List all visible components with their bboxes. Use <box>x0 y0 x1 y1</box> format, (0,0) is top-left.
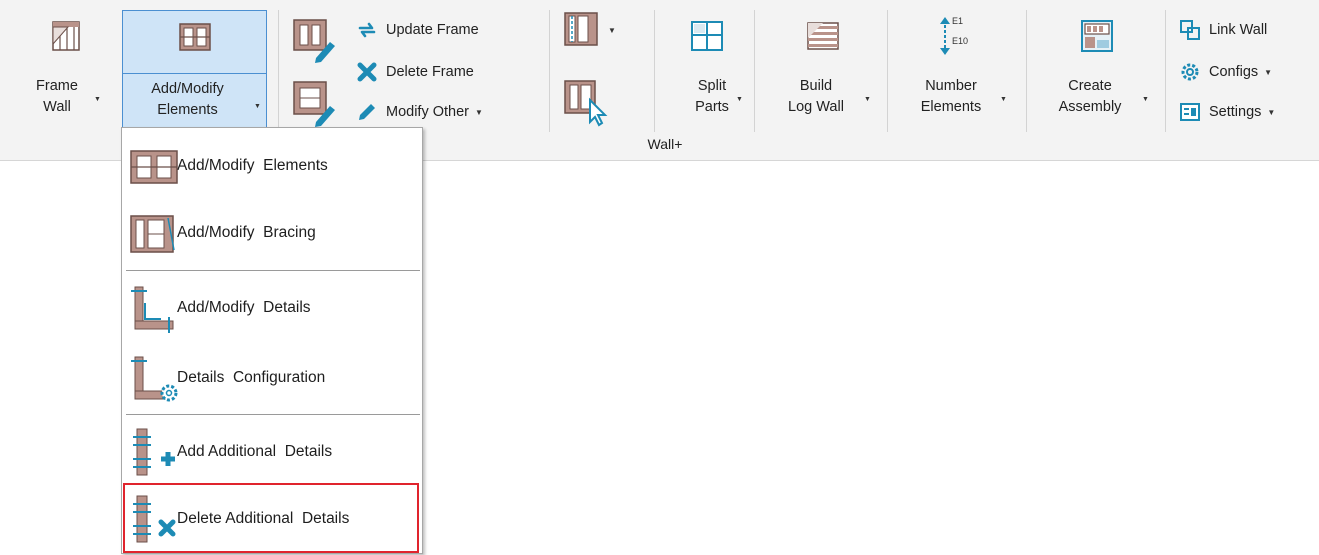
separator <box>1165 10 1166 132</box>
separator <box>754 10 755 132</box>
configs-button[interactable]: Configs ▼ <box>1179 58 1272 86</box>
chevron-down-icon: ▼ <box>1142 96 1149 103</box>
chevron-down-icon: ▼ <box>475 107 483 117</box>
settings-button[interactable]: Settings ▼ <box>1179 98 1275 126</box>
gear-icon <box>1181 63 1199 81</box>
add-details-icon <box>133 428 175 476</box>
menu-item-label: Add/Modify Bracing <box>177 224 316 241</box>
assembly-icon <box>1081 20 1113 52</box>
menu-item-add-modify-details[interactable]: Add/Modify Details <box>122 275 422 341</box>
menu-item-add-modify-bracing[interactable]: Add/Modify Bracing <box>122 200 422 266</box>
split-parts-button[interactable]: Split Parts ▼ <box>664 10 750 130</box>
delete-frame-label: Delete Frame <box>386 64 474 80</box>
link-icon <box>1180 20 1200 40</box>
settings-label: Settings <box>1209 104 1262 120</box>
details-config-icon <box>131 356 178 402</box>
modify-other-button[interactable]: Modify Other ▼ <box>356 98 483 126</box>
chevron-down-icon: ▼ <box>94 96 101 103</box>
menu-item-label: Add/Modify Details <box>177 299 311 316</box>
menu-item-add-modify-elements[interactable]: Add/Modify Elements <box>122 133 422 199</box>
create-assembly-label: Create Assembly <box>1058 78 1122 115</box>
chevron-down-icon: ▼ <box>1267 107 1276 117</box>
link-wall-button[interactable]: Link Wall <box>1179 16 1267 44</box>
number-icon-top-text: E1 <box>952 16 964 26</box>
update-frame-button[interactable]: Update Frame <box>356 16 479 44</box>
frame-wall-button[interactable]: Frame Wall ▼ <box>18 10 114 130</box>
edit-frame-icon[interactable] <box>290 14 338 64</box>
select-frame-icon[interactable] <box>562 78 610 128</box>
update-frame-label: Update Frame <box>386 22 479 38</box>
separator <box>1026 10 1027 132</box>
configs-label: Configs <box>1209 64 1259 80</box>
number-elements-label: Number Elements <box>920 78 982 115</box>
details-icon <box>131 286 174 333</box>
frame-wall-label: Frame Wall <box>36 78 78 115</box>
bracing-icon <box>564 12 598 46</box>
number-icon-bottom-text: E10 <box>952 36 969 46</box>
menu-item-label: Details Configuration <box>177 369 326 386</box>
add-modify-dropdown-menu: Add/Modify Elements Add/Modify Bracing A… <box>121 127 423 554</box>
chevron-down-icon: ▼ <box>864 96 871 103</box>
pencil-icon <box>359 104 375 120</box>
frame-elements-icon <box>178 23 211 51</box>
menu-item-details-configuration[interactable]: Details Configuration <box>122 345 422 411</box>
menu-divider <box>126 414 420 415</box>
chevron-down-icon: ▼ <box>1264 67 1273 77</box>
chevron-down-icon: ▼ <box>1000 96 1007 103</box>
menu-item-label: Add Additional Details <box>177 443 333 460</box>
menu-divider <box>126 270 420 271</box>
split-divider <box>123 73 266 74</box>
menu-item-label: Add/Modify Elements <box>177 157 328 174</box>
separator <box>549 10 550 132</box>
refresh-icon <box>358 22 376 38</box>
number-elements-button[interactable]: E1 E10 Number Elements ▼ <box>898 10 1016 130</box>
edit-frame-alt-icon[interactable] <box>290 76 338 130</box>
chevron-down-icon: ▼ <box>608 25 616 35</box>
build-log-wall-label: Build Log Wall <box>788 78 844 115</box>
settings-list-icon <box>1180 103 1200 121</box>
add-modify-elements-button[interactable]: Add/Modify Elements ▼ <box>122 10 267 130</box>
panel-title: Wall+ <box>647 136 683 152</box>
modify-other-label: Modify Other <box>386 104 469 120</box>
highlight-box <box>123 483 419 553</box>
separator <box>278 10 279 132</box>
log-wall-icon <box>807 22 839 50</box>
menu-item-add-additional-details[interactable]: Add Additional Details <box>122 419 422 485</box>
create-assembly-button[interactable]: Create Assembly ▼ <box>1036 10 1158 130</box>
separator <box>654 10 655 132</box>
chevron-down-icon: ▼ <box>736 96 743 103</box>
frame-wall-icon <box>52 21 80 51</box>
number-elements-icon: E1 E10 <box>938 16 982 58</box>
frame-elements-icon <box>130 150 178 184</box>
bracing-dropdown-button[interactable]: ▼ <box>562 12 616 46</box>
build-log-wall-button[interactable]: Build Log Wall ▼ <box>766 10 880 130</box>
split-parts-icon <box>691 21 723 51</box>
chevron-down-icon: ▼ <box>254 103 261 110</box>
close-icon <box>357 62 377 82</box>
link-wall-label: Link Wall <box>1209 22 1268 38</box>
delete-frame-button[interactable]: Delete Frame <box>356 58 474 86</box>
bracing-icon <box>130 215 175 253</box>
add-modify-elements-label: Add/Modify Elements <box>151 81 224 118</box>
separator <box>887 10 888 132</box>
